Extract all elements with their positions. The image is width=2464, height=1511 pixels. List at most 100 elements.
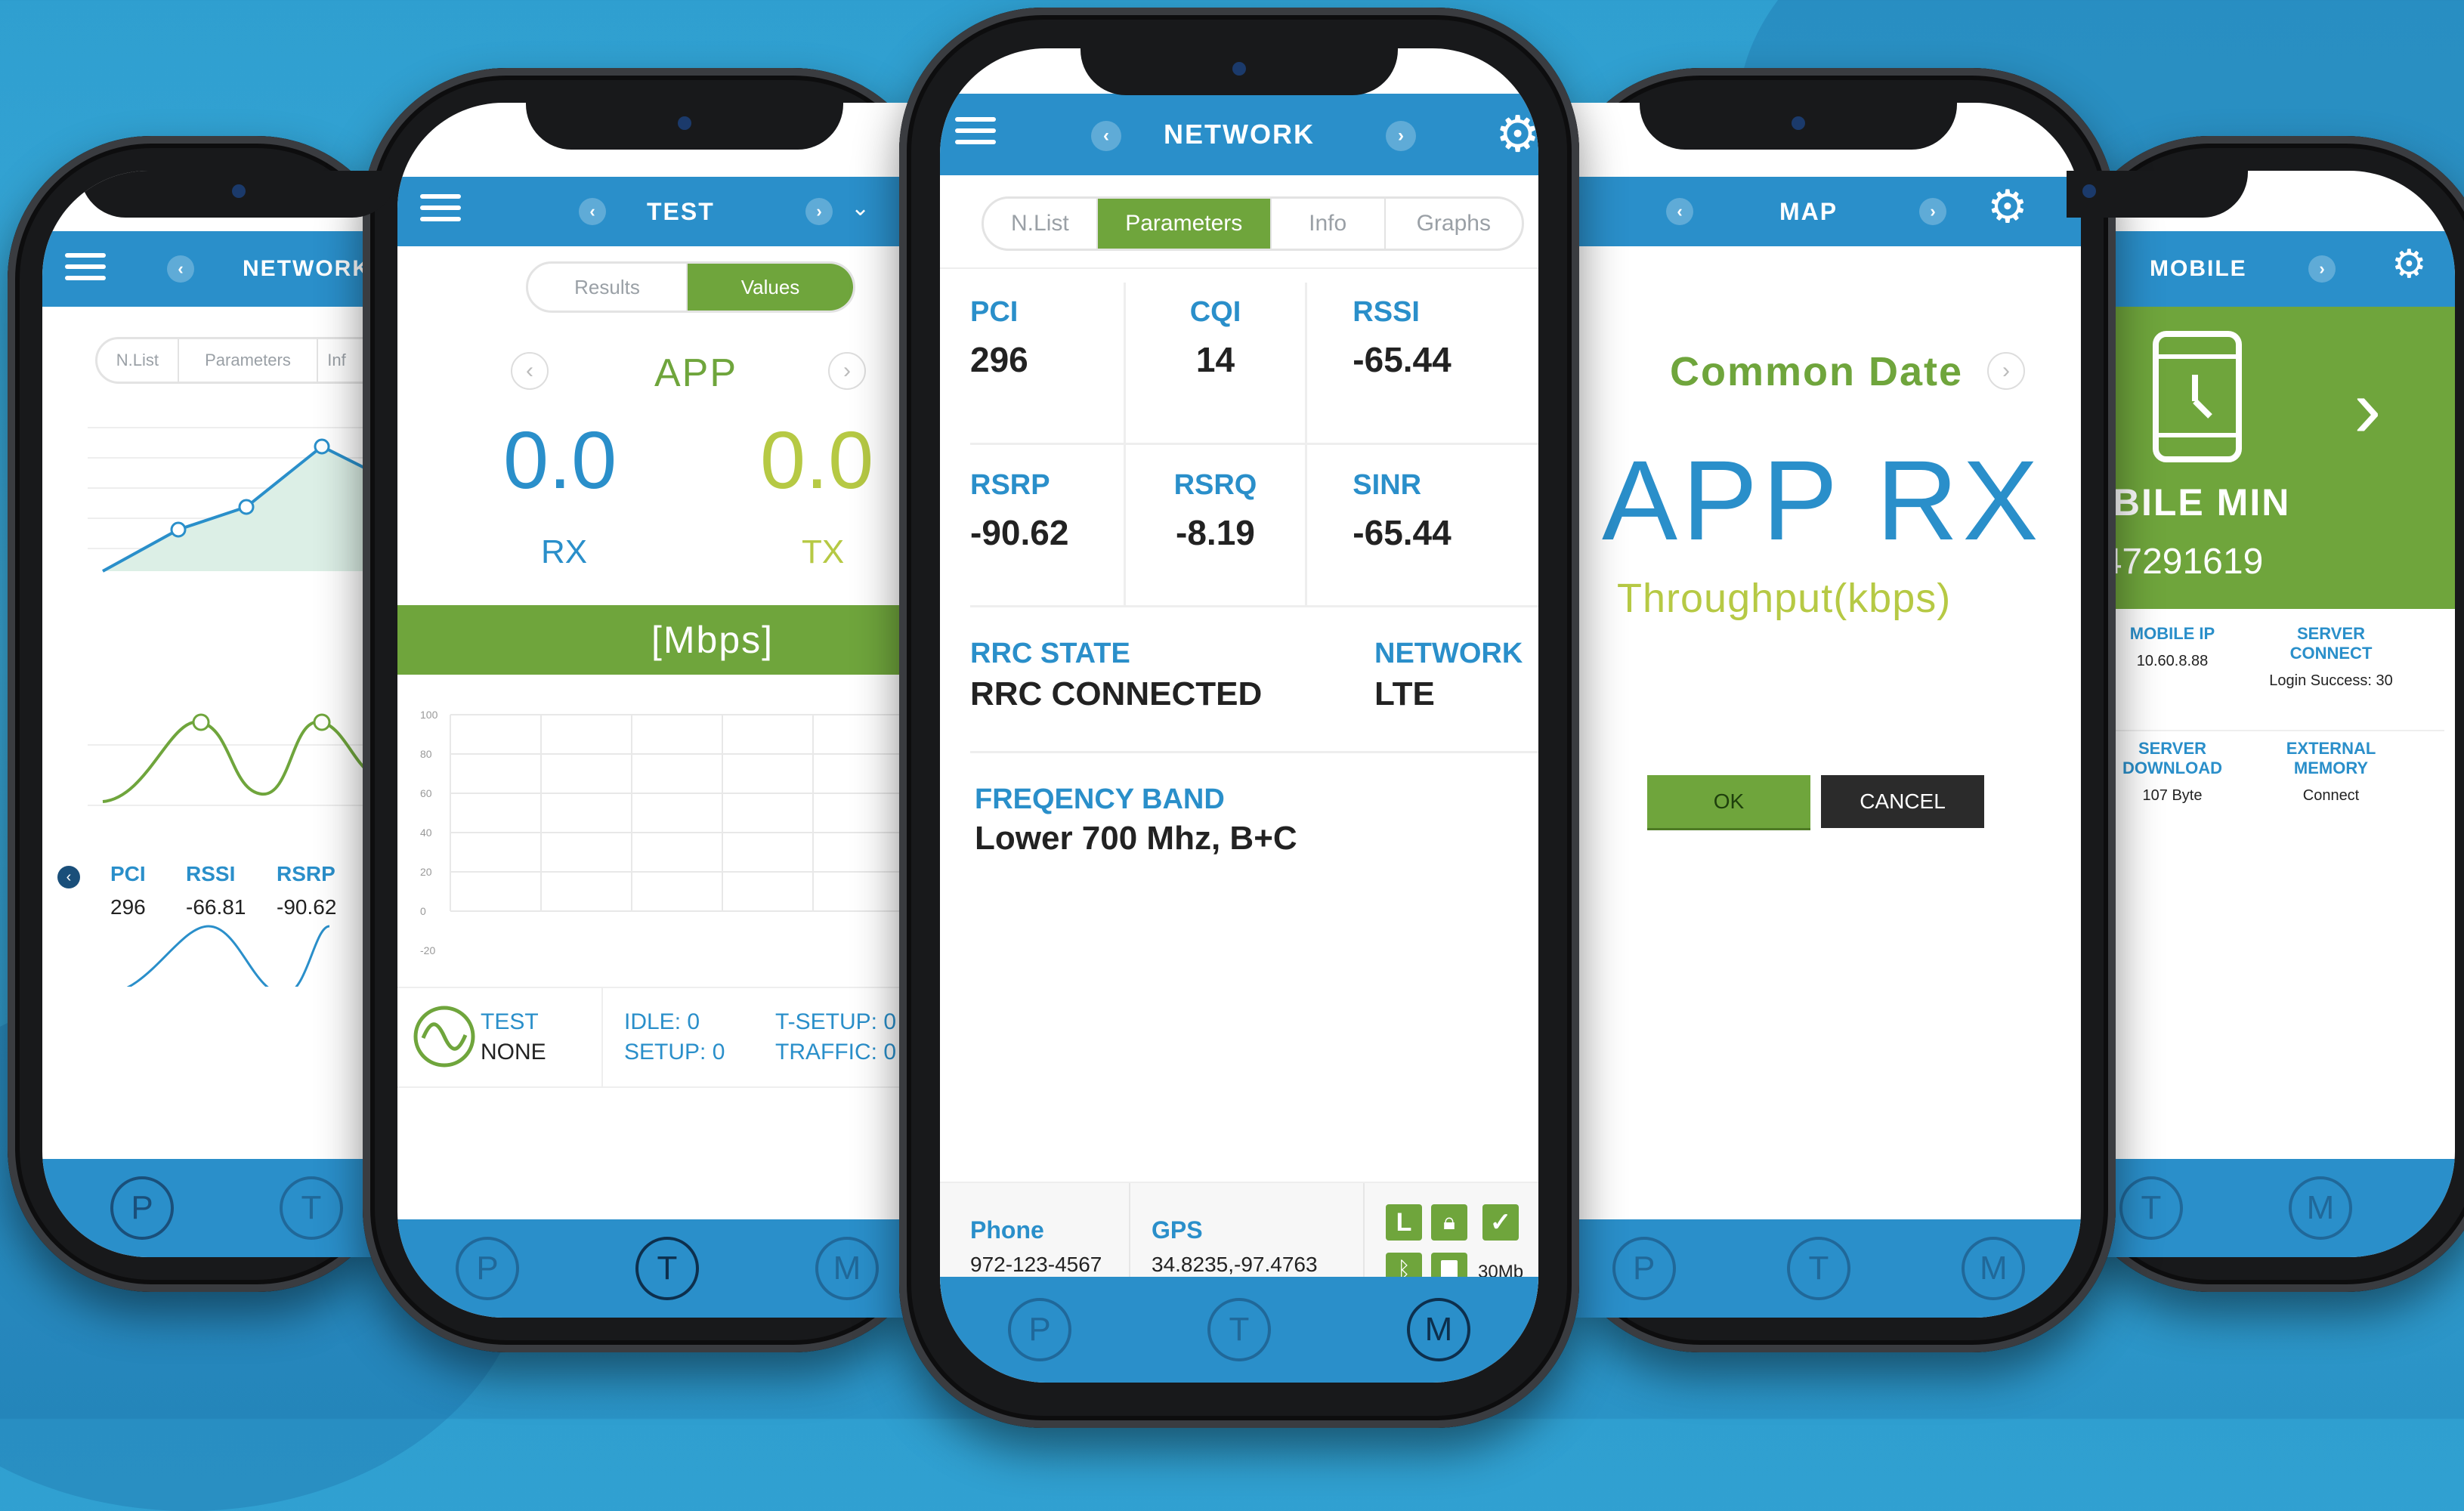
nav-p-button[interactable]: P [1008,1298,1071,1361]
ok-button[interactable]: OK [1647,775,1810,828]
nav-m-button[interactable]: M [1962,1237,2026,1300]
nav-t-button[interactable]: T [1207,1298,1271,1361]
param-label: SINR [1353,469,1422,501]
nav-t-button[interactable]: T [1786,1237,1850,1300]
nav-p-button[interactable]: P [1612,1237,1676,1300]
chevron-right-icon[interactable]: › [2308,255,2336,283]
chevron-left-icon[interactable]: ‹ [511,352,549,390]
top-bar: MOBILE › ⚙ [2067,231,2455,307]
cell-label: SERVER CONNECT [2289,624,2373,663]
param-value: -8.19 [1176,513,1255,552]
cell-label: SERVER DOWNLOAD [2122,739,2222,777]
test-value: NONE [481,1040,546,1064]
screen-title: TEST [647,197,715,225]
nav-p-button[interactable]: P [110,1176,174,1240]
param-value: -65.44 [1353,513,1452,552]
rrc-state-label: RRC STATE [970,638,1130,669]
tab-values[interactable]: Values [688,264,853,311]
params-row: PCI 296 RSSI -66.81 RSRP -90.62 [110,862,400,919]
tab-results[interactable]: Results [528,264,688,311]
traffic-count: TRAFFIC: 0 [775,1040,897,1064]
tab-nlist[interactable]: N.List [97,339,179,382]
nav-p-button[interactable]: P [456,1237,519,1300]
screen-title: NETWORK [1164,119,1315,150]
rx-value: 0.0 [503,414,617,505]
tab-parameters[interactable]: Parameters [179,339,319,382]
gear-icon[interactable]: ⚙ [1987,184,2028,230]
y-tick-label: 20 [420,866,432,878]
menu-icon[interactable] [65,246,106,287]
screen-title: MAP [1779,197,1838,225]
top-bar: ‹ NETWORK [42,231,400,307]
y-tick-label: 40 [420,827,432,839]
lock-icon: 🔒︎ [1431,1204,1467,1241]
tab-parameters[interactable]: Parameters [1097,199,1272,249]
setup-count: SETUP: 0 [624,1040,725,1064]
cell-external-memory: EXTERNAL MEMORY Connect [2248,731,2414,845]
rsrp-wave [102,720,400,803]
info-grid: MOBILE IP 10.60.8.88 SERVER CONNECT Logi… [2097,616,2444,845]
tab-bar: N.List Parameters Inf [95,337,400,384]
param-label: RSRQ [1173,469,1257,501]
top-bar: ‹ TEST › ⌄ [397,177,937,246]
section-title: APP [654,351,738,395]
menu-icon[interactable] [420,187,461,228]
nav-t-button[interactable]: T [2119,1176,2183,1240]
chevron-down-icon[interactable]: ⌄ [851,195,870,221]
cell-server-connect: SERVER CONNECT Login Success: 30 [2248,616,2414,730]
tx-value: 0.0 [760,414,874,505]
bottom-nav: P T M [1557,1219,2081,1318]
network-value: LTE [1374,675,1435,712]
y-tick-label: 0 [420,905,426,917]
cell-server-download: SERVER DOWNLOAD 107 Byte [2097,731,2248,845]
chevron-right-icon[interactable]: › [1386,121,1416,151]
screen-title: MOBILE [2150,256,2247,281]
chevron-right-icon[interactable]: › [2354,367,2382,450]
tab-info[interactable]: Info [1272,199,1386,249]
waveform-icon [413,1006,475,1068]
param-value: 296 [970,340,1028,379]
gear-icon[interactable]: ⚙ [2391,245,2427,284]
tx-label: TX [802,533,845,570]
nav-m-button[interactable]: M [1407,1298,1470,1361]
chevron-right-icon[interactable]: › [1919,198,1946,225]
toggle-results-values: Results Values [526,261,855,313]
params-grid: PCI 296 CQI 14 RSSI -65.44 RSRP -90.62 R… [970,283,1538,882]
chevron-left-icon[interactable]: ‹ [579,198,606,225]
gear-icon[interactable]: ⚙ [1495,109,1538,159]
chevron-left-icon[interactable]: ‹ [1091,121,1121,151]
nav-m-button[interactable]: M [2289,1176,2352,1240]
network-label: NETWORK [1374,638,1523,669]
cancel-button[interactable]: CANCEL [1821,775,1984,828]
param-label: CQI [1189,296,1241,328]
nav-m-button[interactable]: M [815,1237,879,1300]
tab-graphs[interactable]: Graphs [1386,199,1522,249]
param-label: RSRP [970,469,1050,501]
throughput-chart: 100 80 60 40 20 0 -20 [420,709,934,956]
bottom-nav: T M [2067,1159,2455,1257]
lte-status-icon: L [1386,1204,1422,1241]
chevron-right-icon[interactable]: › [828,352,866,390]
nav-t-button[interactable]: T [635,1237,699,1300]
chevron-left-icon[interactable]: ‹ [167,255,194,283]
chevron-right-icon[interactable]: › [1987,352,2025,390]
frequency-band-value: Lower 700 Mhz, B+C [975,820,1297,857]
cell-value: 10.60.8.88 [2136,653,2209,669]
chevron-left-icon[interactable]: ‹ [57,866,80,888]
cell-value: Login Success: 30 [2269,672,2393,689]
param-pci: PCI 296 [970,283,1126,443]
chevron-left-icon[interactable]: ‹ [1666,198,1693,225]
param-label: RSSI [1353,296,1420,328]
param-label: PCI [110,862,146,885]
param-label: RSSI [186,862,236,885]
chevron-right-icon[interactable]: › [805,198,833,225]
check-icon: ✓ [1482,1204,1519,1241]
gps-value: 34.8235,-97.4763 [1152,1253,1318,1276]
nav-t-button[interactable]: T [280,1176,343,1240]
menu-icon[interactable] [955,110,996,151]
cell-mobile-ip: MOBILE IP 10.60.8.88 [2097,616,2248,730]
metric-subtitle: Throughput(kbps) [1617,576,1952,621]
phone-clock-icon [2153,331,2242,462]
metric-title: APP RX [1602,437,2043,564]
tab-nlist[interactable]: N.List [984,199,1098,249]
